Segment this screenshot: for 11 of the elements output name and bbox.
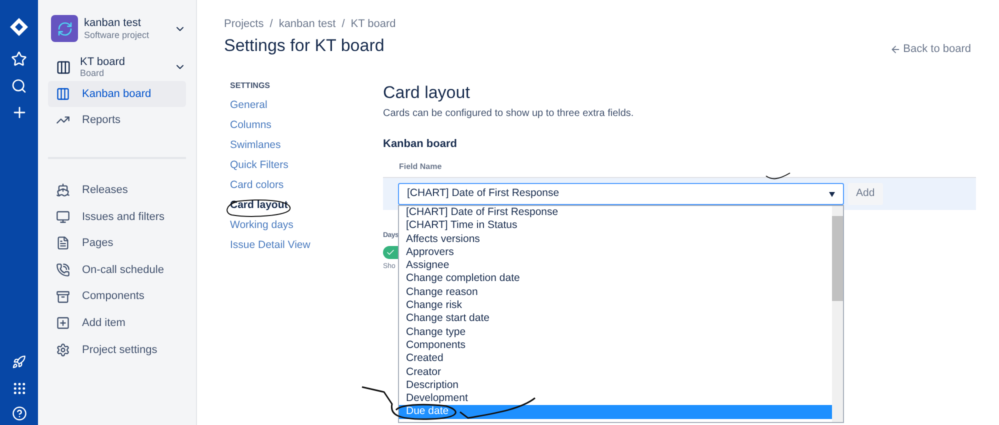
field-name-label: Field Name bbox=[398, 161, 443, 173]
page-title: Settings for KT board bbox=[224, 34, 384, 56]
project-type: Software project bbox=[84, 30, 150, 40]
breadcrumb-separator: / bbox=[342, 17, 345, 32]
section-title: Card layout bbox=[383, 82, 471, 104]
breadcrumb-separator: / bbox=[270, 17, 273, 32]
board-type: Board bbox=[80, 68, 106, 78]
board-heading: Kanban board bbox=[383, 136, 458, 152]
section-description: Cards can be configured to show up to three extra fields. bbox=[383, 106, 635, 120]
settings-heading: SETTINGS bbox=[230, 80, 272, 92]
project-name: kanban test bbox=[84, 16, 142, 30]
